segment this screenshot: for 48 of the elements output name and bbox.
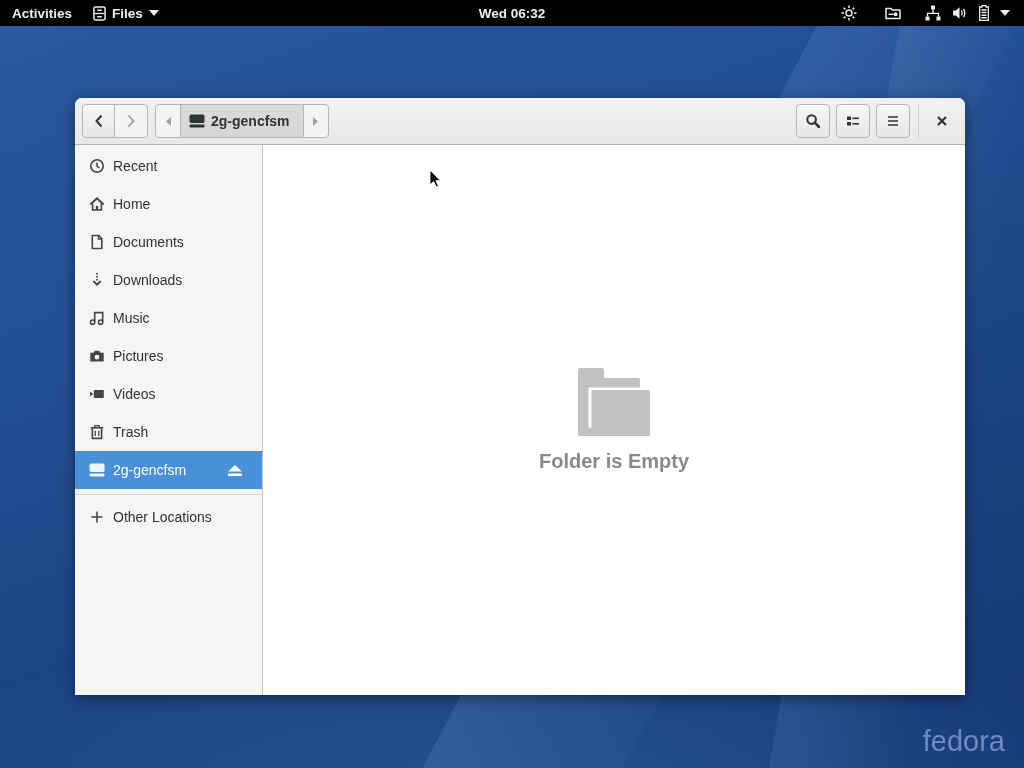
battery-icon — [979, 5, 989, 21]
empty-folder-message: Folder is Empty — [539, 448, 689, 473]
folder-key-icon — [885, 5, 901, 21]
menu-button[interactable] — [876, 104, 910, 138]
drive-icon — [89, 463, 105, 477]
activities-button[interactable]: Activities — [0, 0, 85, 26]
right-triangle-icon — [313, 116, 319, 126]
left-triangle-icon — [165, 116, 171, 126]
view-toggle-button[interactable] — [836, 104, 870, 138]
sidebar-item[interactable]: Trash — [75, 413, 262, 451]
document-icon — [89, 234, 105, 250]
home-icon — [89, 196, 105, 212]
sidebar-item[interactable]: Videos — [75, 375, 262, 413]
sidebar-item[interactable]: Documents — [75, 223, 262, 261]
clock-icon — [89, 158, 105, 174]
music-notes-icon — [89, 310, 105, 326]
folder-icon — [578, 367, 650, 436]
back-button[interactable] — [82, 104, 115, 138]
sidebar-item[interactable]: Other Locations — [75, 498, 262, 536]
list-view-icon — [847, 116, 859, 126]
file-cabinet-icon — [93, 5, 107, 21]
speaker-icon — [952, 5, 968, 21]
chevron-right-icon — [126, 114, 136, 128]
sidebar-item[interactable]: Downloads — [75, 261, 262, 299]
network-icon — [925, 5, 941, 21]
chevron-left-icon — [93, 114, 104, 128]
sun-icon — [841, 5, 857, 21]
caret-icon — [148, 10, 159, 16]
menu-icon — [887, 116, 899, 126]
mouse-pointer-icon — [429, 169, 441, 188]
eject-button[interactable] — [228, 464, 242, 476]
eject-icon — [228, 464, 242, 476]
sidebar-item[interactable]: Home — [75, 185, 262, 223]
sidebar-item[interactable]: Music — [75, 299, 262, 337]
search-button[interactable] — [796, 104, 830, 138]
path-bar-button[interactable]: 2g-gencfsm — [180, 104, 304, 138]
trash-icon — [89, 424, 105, 440]
sidebar-item[interactable]: Recent — [75, 147, 262, 185]
sidebar-item[interactable]: Pictures — [75, 337, 262, 375]
close-icon — [937, 116, 947, 126]
camera-icon — [89, 348, 105, 364]
wallpaper-logo: fedora — [922, 724, 1005, 758]
clock-button[interactable]: Wed 06:32 — [466, 0, 558, 26]
plus-icon — [89, 509, 105, 525]
app-menu-button[interactable]: Files — [84, 0, 171, 26]
search-icon — [806, 114, 820, 128]
caret-icon — [1000, 10, 1010, 16]
drive-icon — [189, 114, 205, 128]
